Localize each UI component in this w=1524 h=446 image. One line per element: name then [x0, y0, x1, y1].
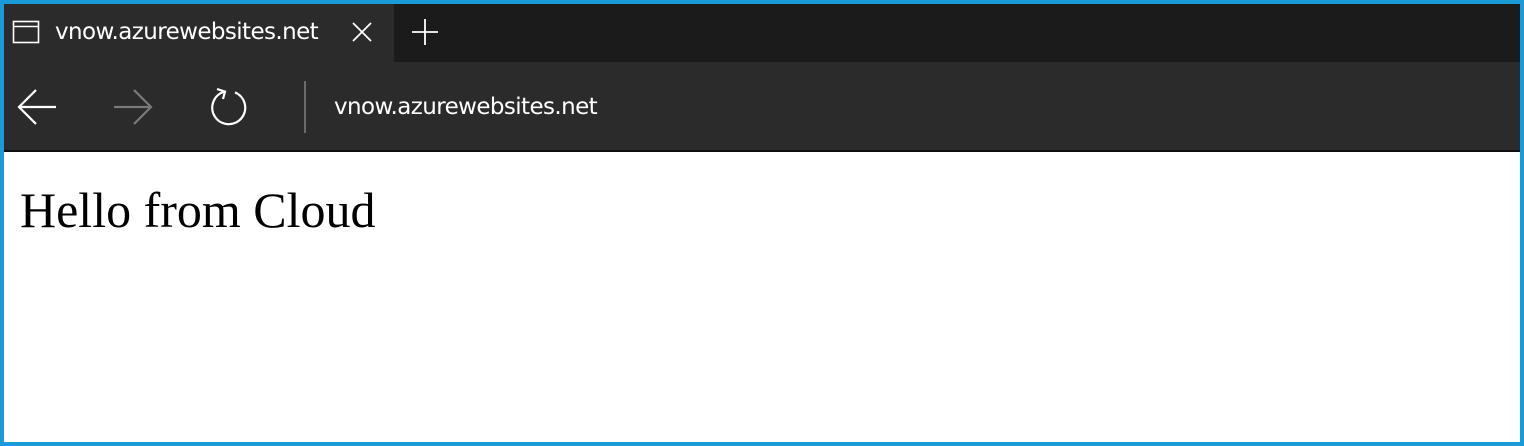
- plus-icon[interactable]: [410, 17, 440, 47]
- browser-page-icon: [12, 20, 40, 44]
- active-tab[interactable]: vnow.azurewebsites.net: [4, 4, 394, 62]
- close-icon[interactable]: [349, 19, 375, 45]
- refresh-icon[interactable]: [208, 86, 250, 128]
- browser-window: vnow.azurewebsites.net vnow.azurewebsite…: [0, 0, 1524, 446]
- address-bar[interactable]: vnow.azurewebsites.net: [334, 89, 598, 125]
- page-heading: Hello from Cloud: [20, 182, 376, 238]
- forward-arrow-icon[interactable]: [112, 86, 154, 128]
- navigation-bar: vnow.azurewebsites.net: [4, 62, 1520, 152]
- address-separator: [304, 81, 306, 133]
- back-arrow-icon[interactable]: [16, 86, 58, 128]
- page-content: Hello from Cloud: [4, 152, 1520, 442]
- tab-strip: vnow.azurewebsites.net: [4, 4, 1520, 62]
- tab-title: vnow.azurewebsites.net: [55, 19, 319, 45]
